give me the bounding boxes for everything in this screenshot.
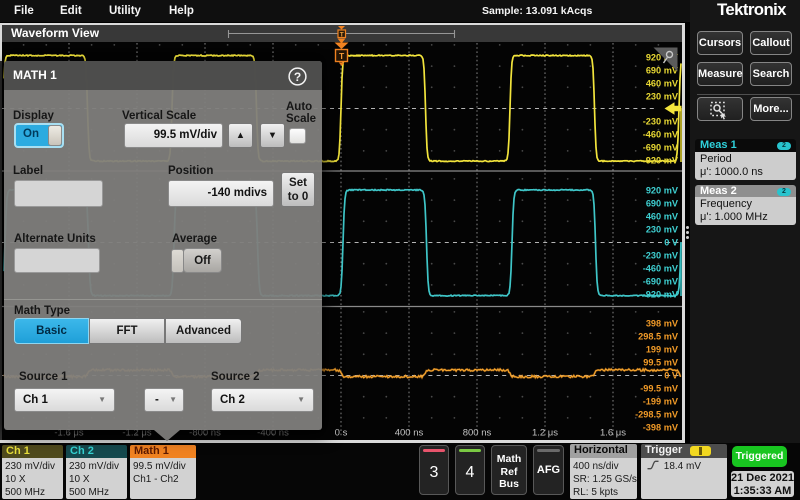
svg-text:-230 mV: -230 mV <box>643 117 679 127</box>
svg-text:460 mV: 460 mV <box>646 212 679 222</box>
svg-text:-690 mV: -690 mV <box>643 142 679 152</box>
svg-text:-460 mV: -460 mV <box>643 130 679 140</box>
svg-text:0 s: 0 s <box>335 428 348 439</box>
svg-text:?: ? <box>294 70 301 84</box>
svg-text:199 mV: 199 mV <box>646 345 679 355</box>
svg-text:-99.5 mV: -99.5 mV <box>640 384 679 394</box>
svg-text:800 ns: 800 ns <box>463 428 492 439</box>
svg-text:T: T <box>339 51 345 61</box>
svg-text:690 mV: 690 mV <box>646 199 679 209</box>
svg-text:-920 mV: -920 mV <box>643 155 679 165</box>
svg-text:460 mV: 460 mV <box>646 79 679 89</box>
svg-text:230 mV: 230 mV <box>646 91 679 101</box>
svg-text:-398 mV: -398 mV <box>643 423 679 433</box>
svg-text:1.6 μs: 1.6 μs <box>600 428 626 439</box>
svg-text:-460 mV: -460 mV <box>643 264 679 274</box>
svg-text:0 V: 0 V <box>664 371 679 381</box>
svg-text:400 ns: 400 ns <box>395 428 424 439</box>
svg-text:99.5 mV: 99.5 mV <box>643 358 679 368</box>
svg-text:-690 mV: -690 mV <box>643 277 679 287</box>
svg-text:1.2 μs: 1.2 μs <box>532 428 558 439</box>
svg-text:920 mV: 920 mV <box>646 186 679 196</box>
svg-text:-298.5 mV: -298.5 mV <box>635 410 679 420</box>
svg-text:0 V: 0 V <box>664 238 679 248</box>
svg-text:298.5 mV: 298.5 mV <box>638 332 679 342</box>
svg-text:-199 mV: -199 mV <box>643 397 679 407</box>
svg-text:T: T <box>340 31 344 38</box>
svg-text:-230 mV: -230 mV <box>643 251 679 261</box>
svg-text:-920 mV: -920 mV <box>643 290 679 300</box>
svg-text:230 mV: 230 mV <box>646 225 679 235</box>
svg-text:398 mV: 398 mV <box>646 319 679 329</box>
